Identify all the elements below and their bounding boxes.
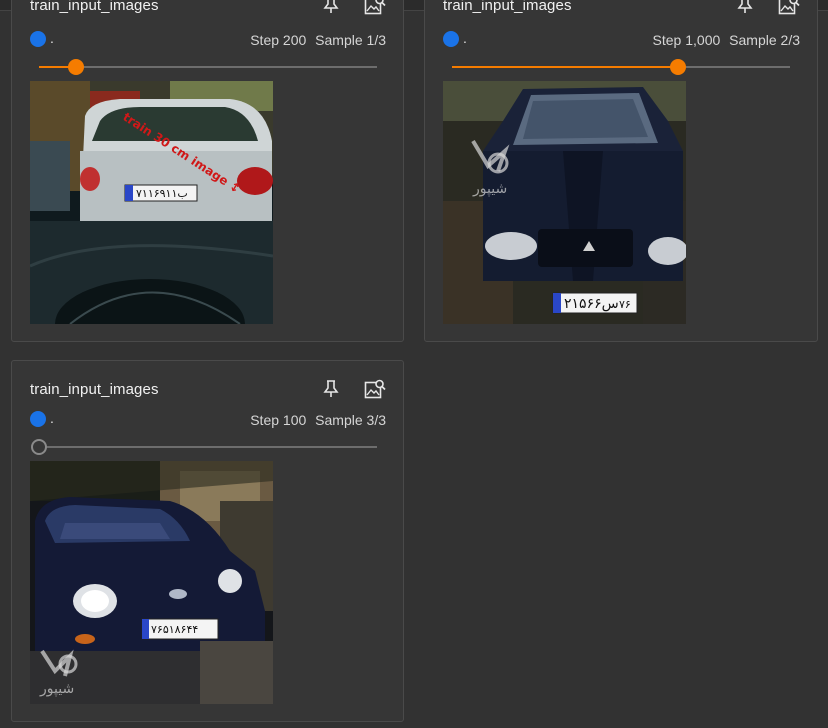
pin-icon xyxy=(323,380,339,397)
image-card-1: train_input_images . Step 200 Sample 1/3 xyxy=(11,0,404,342)
card-title: train_input_images xyxy=(443,0,572,14)
pin-button[interactable] xyxy=(317,0,345,19)
step-label: Step 200 xyxy=(250,32,307,48)
watermark-text: شیپور xyxy=(472,181,507,197)
sample-slider[interactable] xyxy=(31,439,377,455)
pin-button[interactable] xyxy=(731,0,759,19)
image-card-2: train_input_images . Step 1,000 Sample 2… xyxy=(424,0,818,342)
image-search-icon xyxy=(364,379,386,399)
step-info: Step 100 Sample 3/3 xyxy=(250,412,386,428)
pin-button[interactable] xyxy=(317,375,345,403)
image-search-icon xyxy=(778,0,800,15)
pin-icon xyxy=(737,0,753,13)
plate-text: ۲۱س۵۶۶ xyxy=(564,296,619,312)
plate-code: ۷۶ xyxy=(619,298,631,311)
view-image-button[interactable] xyxy=(361,375,389,403)
card-title: train_input_images xyxy=(30,0,159,14)
slider-thumb[interactable] xyxy=(31,439,47,455)
slider-thumb[interactable] xyxy=(68,59,85,75)
view-image-button[interactable] xyxy=(361,0,389,19)
run-color-dot xyxy=(30,411,46,427)
sample-image: ۲۱س۵۶۶ ۷۶ شیپور xyxy=(443,81,686,324)
run-label: . xyxy=(50,410,54,426)
slider-track xyxy=(39,66,377,68)
slider-thumb[interactable] xyxy=(670,59,687,75)
sample-slider[interactable] xyxy=(452,59,790,75)
run-label: . xyxy=(463,30,467,46)
plate-text: ۷۶۵۱۸۶۴۴ xyxy=(151,623,198,636)
view-image-button[interactable] xyxy=(775,0,803,19)
card-title: train_input_images xyxy=(30,381,159,398)
sample-slider[interactable] xyxy=(39,59,377,75)
watermark-text: شیپور xyxy=(39,681,74,697)
sample-image: ۷۶۵۱۸۶۴۴ شیپور xyxy=(30,461,273,704)
run-color-dot xyxy=(443,31,459,47)
run-color-dot xyxy=(30,31,46,47)
slider-fill xyxy=(452,66,679,68)
step-info: Step 200 Sample 1/3 xyxy=(250,32,386,48)
image-card-3: train_input_images . Step 100 Sample 3/3 xyxy=(11,360,404,722)
step-label: Step 100 xyxy=(250,412,307,428)
sample-label: Sample 2/3 xyxy=(729,32,800,48)
pin-icon xyxy=(323,0,339,13)
run-label: . xyxy=(50,30,54,46)
plate-text: ۷۱۱۶۹ب۱۱ xyxy=(136,187,188,200)
slider-track xyxy=(39,446,377,448)
sample-label: Sample 1/3 xyxy=(315,32,386,48)
sample-image: ۷۱۱۶۹ب۱۱ train 30 cm image ↕ xyxy=(30,81,273,324)
sample-label: Sample 3/3 xyxy=(315,412,386,428)
image-search-icon xyxy=(364,0,386,15)
step-info: Step 1,000 Sample 2/3 xyxy=(653,32,800,48)
step-label: Step 1,000 xyxy=(652,32,721,48)
